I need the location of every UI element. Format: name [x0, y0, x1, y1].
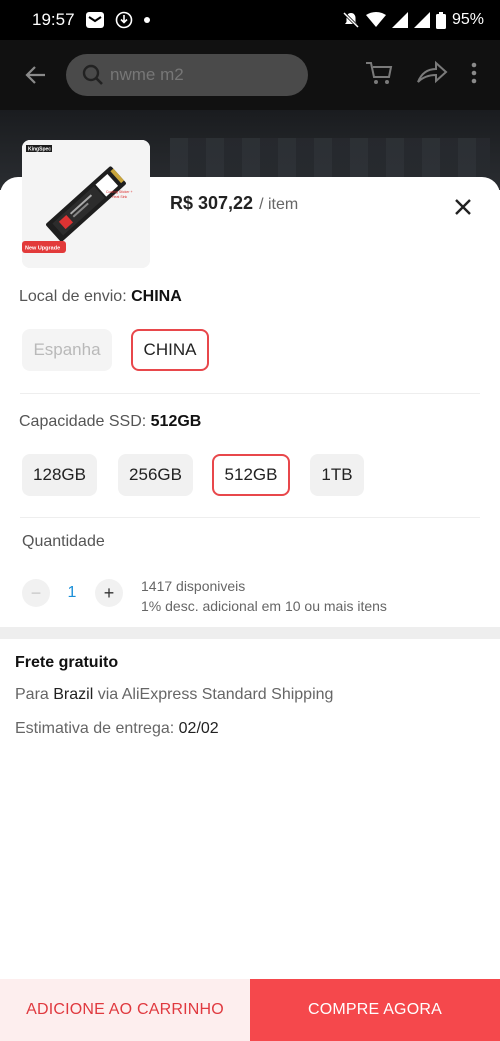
shipping-destination: Para Brazil via AliExpress Standard Ship…: [15, 686, 333, 704]
battery-level: 95%: [451, 11, 484, 28]
mail-notification-icon: [85, 11, 105, 29]
search-icon: [82, 64, 103, 85]
cart-icon: [366, 61, 393, 84]
signal-icon-2: [413, 12, 430, 28]
capacity-label-text: Capacidade SSD:: [19, 413, 147, 430]
app-bar: nwme m2: [0, 40, 500, 110]
cooling-callout: Cooling Sticker +: [106, 190, 133, 194]
shipping-to-prefix: Para: [15, 686, 49, 703]
search-query: nwme m2: [110, 65, 184, 84]
quantity-increment-button[interactable]: +: [95, 579, 123, 607]
delivery-estimate-date: 02/02: [178, 720, 219, 737]
bulk-discount-note: 1% desc. adicional em 10 ou mais itens: [141, 598, 387, 614]
brand-label: KingSpec: [28, 147, 51, 153]
shipping-country: Brazil: [53, 686, 94, 703]
battery-icon: [435, 11, 446, 29]
capacity-label: Capacidade SSD: 512GB: [19, 413, 201, 431]
origin-option-espanha[interactable]: Espanha: [22, 329, 112, 371]
download-notification-icon: [115, 11, 133, 29]
close-button[interactable]: [450, 194, 476, 220]
signal-icon: [391, 12, 408, 28]
product-thumbnail[interactable]: KingSpec Cooling Sticker + Heat Sink New…: [22, 140, 150, 268]
price-unit: / item: [259, 196, 299, 213]
capacity-selected: 512GB: [150, 413, 202, 430]
share-button[interactable]: [416, 60, 448, 91]
search-input[interactable]: nwme m2: [66, 54, 308, 96]
capacity-option-256gb[interactable]: 256GB: [118, 454, 193, 496]
stock-available: 1417 disponiveis: [141, 578, 246, 594]
back-button[interactable]: [16, 55, 56, 95]
quantity-value[interactable]: 1: [65, 584, 79, 602]
origin-option-china[interactable]: CHINA: [131, 329, 209, 371]
wifi-icon: [365, 12, 386, 28]
capacity-option-1tb[interactable]: 1TB: [310, 454, 364, 496]
back-arrow-icon: [25, 66, 45, 84]
quantity-decrement-button[interactable]: −: [22, 579, 50, 607]
mute-icon: [342, 11, 360, 29]
delivery-estimate: Estimativa de entrega: 02/02: [15, 720, 219, 738]
close-icon: [455, 199, 471, 215]
share-icon: [417, 60, 448, 83]
shipping-origin-selected: CHINA: [131, 288, 182, 305]
section-separator: [0, 627, 500, 639]
product-price: R$ 307,22: [170, 193, 254, 213]
delivery-estimate-label: Estimativa de entrega:: [15, 720, 175, 737]
ssd-product-image: KingSpec Cooling Sticker + Heat Sink New…: [22, 140, 150, 268]
cooling-callout-2: Heat Sink: [112, 195, 127, 199]
divider: [20, 393, 480, 394]
free-shipping-title: Frete gratuito: [15, 654, 119, 671]
buy-now-button[interactable]: COMPRE AGORA: [250, 979, 500, 1041]
cart-button[interactable]: [364, 59, 394, 92]
more-vertical-icon: [471, 62, 477, 83]
add-to-cart-button[interactable]: ADICIONE AO CARRINHO: [0, 979, 250, 1041]
shipping-method: via AliExpress Standard Shipping: [97, 686, 334, 703]
quantity-label: Quantidade: [22, 533, 105, 550]
divider: [20, 517, 480, 518]
shipping-origin-label-text: Local de envio:: [19, 288, 127, 305]
shipping-origin-label: Local de envio: CHINA: [19, 288, 182, 306]
new-upgrade-badge: New Upgrade: [25, 246, 60, 252]
capacity-option-128gb[interactable]: 128GB: [22, 454, 97, 496]
dot-icon: [143, 16, 151, 24]
more-options-button[interactable]: [470, 62, 478, 89]
price-row: R$ 307,22 / item: [170, 193, 298, 214]
status-bar: 19:57 95%: [0, 0, 500, 40]
capacity-option-512gb[interactable]: 512GB: [212, 454, 290, 496]
status-time: 19:57: [32, 10, 75, 29]
